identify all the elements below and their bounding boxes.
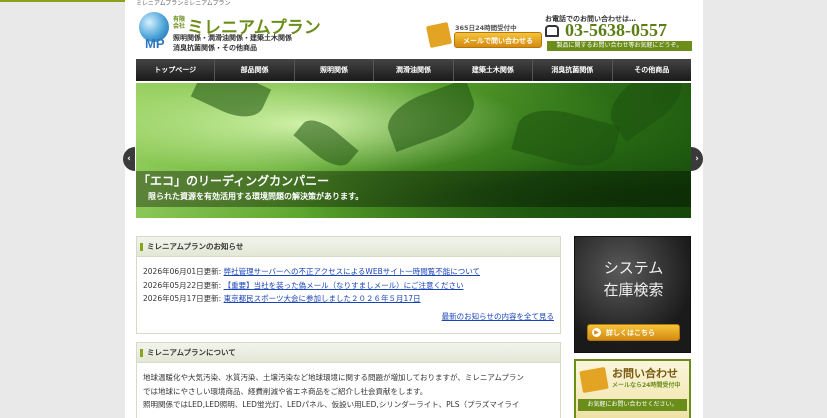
leaf-decoration <box>381 83 481 153</box>
mail-note: 365日24時間受付中 <box>455 24 517 32</box>
nav-construction[interactable]: 建築土木関係 <box>453 59 534 81</box>
inventory-search-title: システム 在庫検索 <box>575 257 692 301</box>
nav-parts[interactable]: 部品関係 <box>215 59 295 81</box>
hero-slider[interactable]: 「エコ」のリーディングカンパニー 限られた資源を有効活用する環境問題の解決策があ… <box>136 83 691 218</box>
inventory-search-banner[interactable]: システム 在庫検索 ▶ 詳しくはこちら <box>574 236 691 353</box>
about-text: 地球温暖化や大気汚染、水質汚染、土壌汚染など地球環境に関する問題が増加しておりま… <box>137 363 560 412</box>
tel-subtext: 製品に関するお問い合わせ等お気軽にどうぞ。 <box>547 41 692 51</box>
news-item: 2026年06月01日更新: 弊社管理サーバーへの不正アクセスによるWEBサイト… <box>143 265 554 279</box>
about-heading: ミレニアムプランについて <box>137 343 560 363</box>
news-link[interactable]: 東京都民スポーツ大会に参加しました２０２６年５月17日 <box>224 294 421 303</box>
logo-mark: MP <box>145 36 165 51</box>
envelope-icon <box>579 366 609 394</box>
nav-top[interactable]: トップページ <box>136 59 216 81</box>
hero-title: 「エコ」のリーディングカンパニー <box>138 174 330 188</box>
inventory-search-title-line1: システム <box>603 259 664 277</box>
business-line-2: 消臭抗菌関係・その他商品 <box>173 43 257 52</box>
arrow-right-icon: ▶ <box>592 328 601 337</box>
phone-icon <box>545 25 559 37</box>
inventory-details-label: 詳しくはこちら <box>606 329 655 337</box>
hero-subtitle: 限られた資源を有効活用する環境問題の解決策があります。 <box>148 192 364 201</box>
business-line-1: 照明関係・潤滑油関係・建築土木関係 <box>173 34 292 42</box>
about-line: 地球温暖化や大気汚染、水質汚染、土壌汚染など地球環境に関する問題が増加しておりま… <box>143 373 524 382</box>
envelope-icon <box>425 21 453 49</box>
news-date: 2026年06月01日更新: <box>143 267 222 276</box>
site-tagline: ミレニアムプランミレニアムプラン <box>136 0 231 7</box>
page-container: ミレニアムプランミレニアムプラン MP 有限会社 ミレニアムプラン 照明関係・潤… <box>125 0 703 418</box>
about-box: ミレニアムプランについて 地球温暖化や大気汚染、水質汚染、土壌汚染など地球環境に… <box>136 342 561 418</box>
inventory-search-title-line2: 在庫検索 <box>603 281 664 299</box>
tel-number[interactable]: 03-5638-0557 <box>565 20 667 41</box>
news-date: 2026年05月17日更新: <box>143 294 222 303</box>
chevron-left-icon: ‹ <box>127 154 131 164</box>
leaf-decoration <box>190 83 272 126</box>
leaf-decoration <box>293 112 359 174</box>
news-item: 2026年05月17日更新: 東京都民スポーツ大会に参加しました２０２６年５月1… <box>143 292 554 306</box>
news-date: 2026年05月22日更新: <box>143 280 222 290</box>
mail-contact: 365日24時間受付中 メールで問い合わせる <box>425 21 542 50</box>
contact-title: お問い合わせ <box>612 367 678 380</box>
news-link[interactable]: 弊社管理サーバーへの不正アクセスによるWEBサイト一時閲覧不能について <box>224 267 480 276</box>
news-link[interactable]: 【重要】当社を装った偽メール（なりすましメール）にご注意ください <box>224 281 464 290</box>
about-line: 照明関係ではLED,LED照明、LED蛍光灯、LEDパネル、仮設い用LED,シリ… <box>143 400 520 409</box>
news-more-link[interactable]: 最新のお知らせの内容を全て見る <box>137 306 560 322</box>
contact-banner[interactable]: お問い合わせ メールなら24時間受付中 お気軽にお問い合わせください。 <box>574 359 691 418</box>
nav-deodorant[interactable]: 消臭抗菌関係 <box>533 59 613 81</box>
mail-contact-button[interactable]: メールで問い合わせる <box>454 32 542 48</box>
news-heading: ミレニアムプランのお知らせ <box>137 237 560 257</box>
business-lines: 照明関係・潤滑油関係・建築土木関係 消臭抗菌関係・その他商品 <box>173 34 292 53</box>
contact-bar: お気軽にお問い合わせください。 <box>578 399 687 411</box>
nav-lighting[interactable]: 照明関係 <box>294 59 375 81</box>
nav-others[interactable]: その他商品 <box>612 59 691 81</box>
news-box: ミレニアムプランのお知らせ 2026年06月01日更新: 弊社管理サーバーへの不… <box>136 236 561 334</box>
about-line: では地球にやさしい環境商品、経費削減や省エネ商品をご紹介し社会貢献をします。 <box>143 386 428 396</box>
nav-lubricant[interactable]: 潤滑油関係 <box>374 59 454 81</box>
news-item: 2026年05月22日更新: 【重要】当社を装った偽メール（なりすましメール）に… <box>143 279 554 293</box>
chevron-right-icon: › <box>695 154 699 164</box>
global-nav: トップページ 部品関係 照明関係 潤滑油関係 建築土木関係 消臭抗菌関係 その他… <box>136 59 691 81</box>
news-list: 2026年06月01日更新: 弊社管理サーバーへの不正アクセスによるWEBサイト… <box>137 257 560 306</box>
inventory-details-button[interactable]: ▶ 詳しくはこちら <box>587 324 680 341</box>
company-type: 有限会社 <box>173 16 186 30</box>
leaf-decoration <box>511 100 621 176</box>
contact-subtitle: メールなら24時間受付中 <box>612 382 681 389</box>
